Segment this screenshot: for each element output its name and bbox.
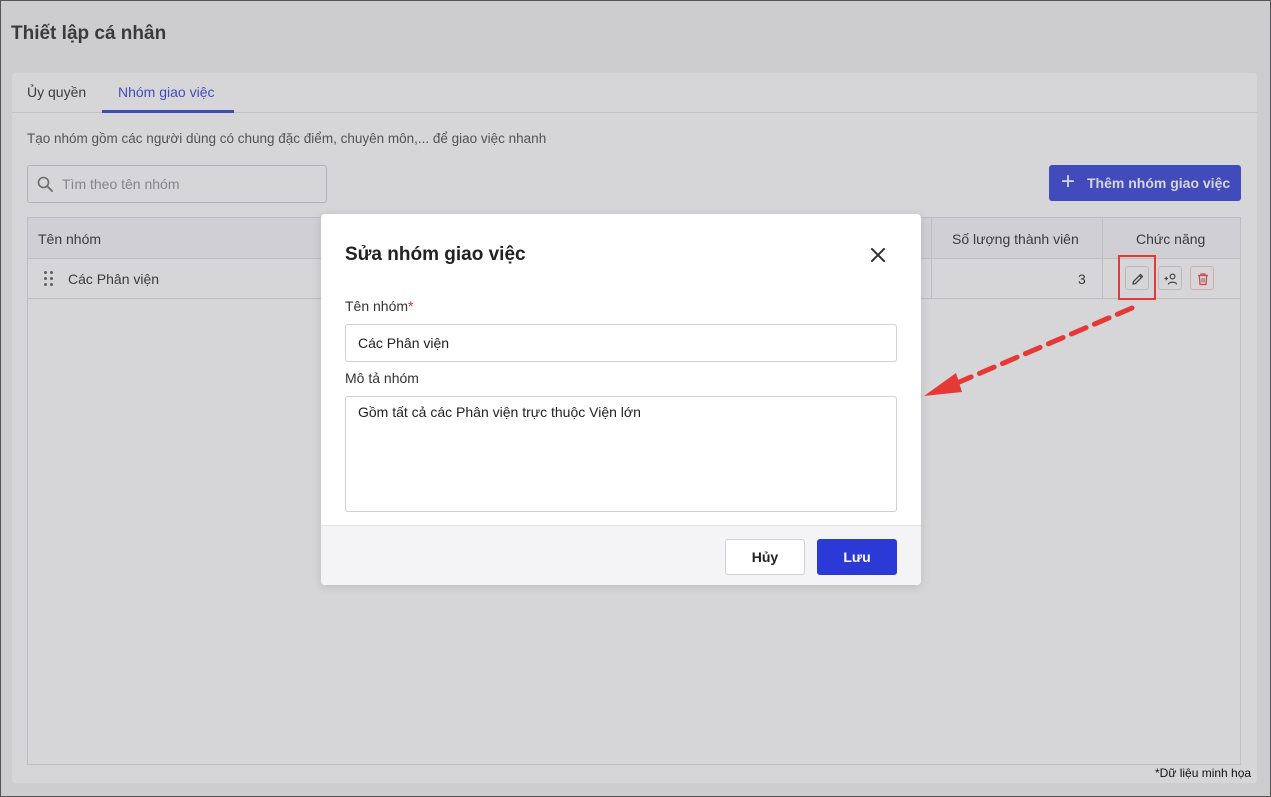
- footnote: *Dữ liệu minh họa: [1155, 766, 1252, 780]
- group-name-label: Tên nhóm*: [345, 298, 414, 314]
- group-description-field[interactable]: Gồm tất cả các Phân viện trực thuộc Viện…: [345, 396, 897, 512]
- close-icon[interactable]: [869, 246, 887, 264]
- cancel-button[interactable]: Hủy: [725, 539, 805, 575]
- group-name-field[interactable]: [345, 324, 897, 362]
- dialog-title: Sửa nhóm giao việc: [345, 244, 526, 265]
- edit-button-highlight: [1118, 255, 1156, 300]
- group-name-label-text: Tên nhóm: [345, 298, 409, 314]
- save-button[interactable]: Lưu: [817, 539, 897, 575]
- dialog-footer: Hủy Lưu: [321, 525, 921, 585]
- required-mark: *: [408, 298, 414, 314]
- edit-group-dialog: Sửa nhóm giao việc Tên nhóm* Mô tả nhóm …: [321, 214, 921, 585]
- group-description-label: Mô tả nhóm: [345, 370, 419, 386]
